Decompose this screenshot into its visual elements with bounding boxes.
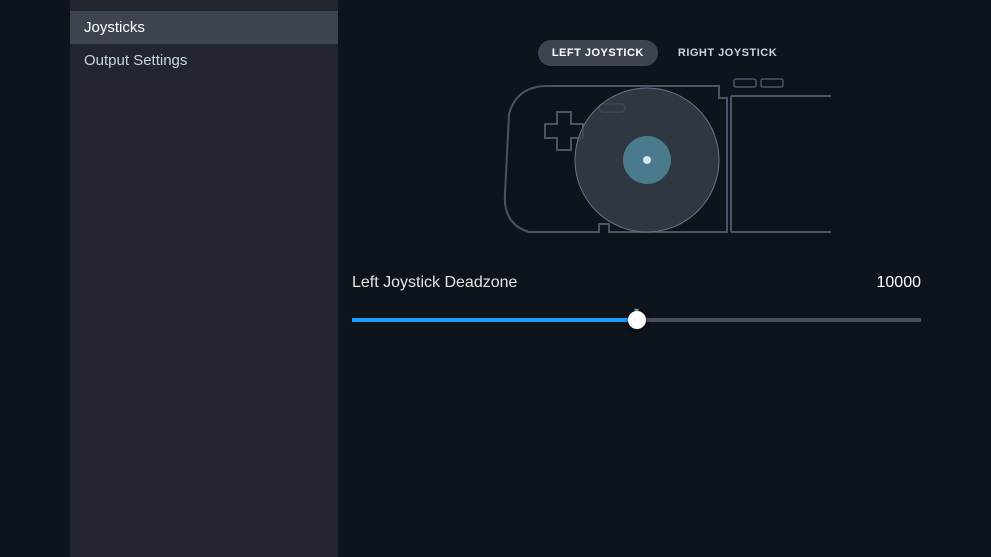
slider-fill <box>352 318 637 322</box>
steam-deck-icon <box>499 74 831 244</box>
app-root: Joysticks Output Settings LEFT JOYSTICK … <box>0 0 991 557</box>
main-panel: LEFT JOYSTICK RIGHT JOYSTICK <box>338 0 991 557</box>
slider-label: Left Joystick Deadzone <box>352 274 517 292</box>
sidebar-item-output-settings[interactable]: Output Settings <box>70 44 338 77</box>
device-diagram <box>499 74 831 244</box>
slider-header: Left Joystick Deadzone 10000 <box>352 274 921 292</box>
sidebar: Joysticks Output Settings <box>70 0 338 557</box>
device-diagram-container <box>338 74 991 244</box>
joystick-tabs: LEFT JOYSTICK RIGHT JOYSTICK <box>338 40 991 66</box>
sidebar-item-joysticks[interactable]: Joysticks <box>70 11 338 44</box>
slider-value: 10000 <box>877 274 922 292</box>
tab-left-joystick[interactable]: LEFT JOYSTICK <box>538 40 658 66</box>
deadzone-slider-section: Left Joystick Deadzone 10000 ▾ <box>352 274 921 332</box>
tab-right-joystick[interactable]: RIGHT JOYSTICK <box>664 40 791 66</box>
deadzone-slider[interactable]: ▾ <box>352 308 921 332</box>
slider-thumb[interactable] <box>628 311 646 329</box>
